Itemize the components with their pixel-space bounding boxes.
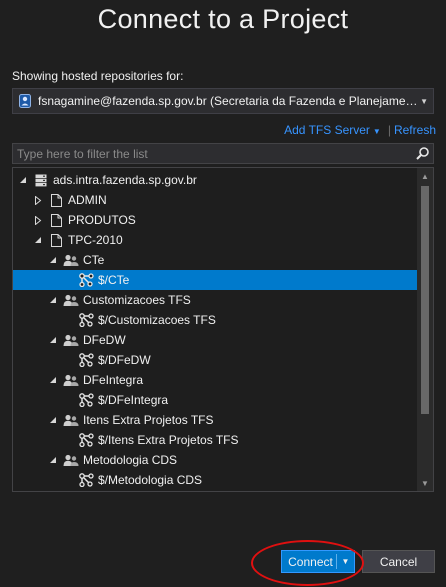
expanded-arrow-icon[interactable] <box>48 255 58 265</box>
expander-placeholder <box>63 395 73 405</box>
tree-row[interactable]: CTe <box>13 250 433 270</box>
tree-row[interactable]: TPC-2010 <box>13 230 433 250</box>
add-tfs-server-link[interactable]: Add TFS Server <box>284 123 370 137</box>
tree-row-label: $/Itens Extra Projetos TFS <box>98 433 239 447</box>
connect-button-label: Connect <box>288 554 333 569</box>
team-project-icon <box>63 453 79 467</box>
team-project-icon <box>63 253 79 267</box>
tree-row[interactable]: Customizacoes TFS <box>13 290 433 310</box>
showing-label: Showing hosted repositories for: <box>12 69 184 83</box>
team-project-icon <box>63 373 79 387</box>
tree-row-label: $/DFeDW <box>98 353 151 367</box>
account-dropdown[interactable]: fsnagamine@fazenda.sp.gov.br (Secretaria… <box>12 88 434 114</box>
tree-row-label: CTe <box>83 253 105 267</box>
expanded-arrow-icon[interactable] <box>48 455 58 465</box>
tree-row-label: Itens Extra Projetos TFS <box>83 413 214 427</box>
repository-icon <box>78 313 94 327</box>
tree-row[interactable]: DFeDW <box>13 330 433 350</box>
connect-button[interactable]: Connect ▼ <box>281 550 355 573</box>
tree-row[interactable]: ADMIN <box>13 190 433 210</box>
tree-row[interactable]: $/Metodologia CDS <box>13 470 433 490</box>
repository-icon <box>78 273 94 287</box>
repository-icon <box>78 433 94 447</box>
tree-row-label: $/Metodologia CDS <box>98 473 203 487</box>
dialog-title: Connect to a Project <box>97 4 349 34</box>
team-project-icon <box>63 333 79 347</box>
tree-row-label: ads.intra.fazenda.sp.gov.br <box>53 173 197 187</box>
chevron-down-icon: ▼ <box>420 97 428 106</box>
document-icon <box>48 193 64 207</box>
expanded-arrow-icon[interactable] <box>33 235 43 245</box>
team-project-icon <box>63 413 79 427</box>
tree-row-label: DFeDW <box>83 333 126 347</box>
link-separator: | <box>387 123 391 137</box>
tree-row-label: DFeIntegra <box>83 373 144 387</box>
repository-tree[interactable]: ads.intra.fazenda.sp.gov.br ADMIN PRODUTOS… <box>12 167 434 492</box>
tree-row-label: PRODUTOS <box>68 213 136 227</box>
tree-row-label: Customizacoes TFS <box>83 293 191 307</box>
account-selected-value: fsnagamine@fazenda.sp.gov.br (Secretaria… <box>38 94 423 108</box>
connect-dropdown-icon[interactable]: ▼ <box>337 557 354 566</box>
expanded-arrow-icon[interactable] <box>48 335 58 345</box>
tree-row[interactable]: $/DFeDW <box>13 350 433 370</box>
tree-row[interactable]: Itens Extra Projetos TFS <box>13 410 433 430</box>
filter-input[interactable] <box>13 144 408 163</box>
expander-placeholder <box>63 315 73 325</box>
scrollbar-thumb[interactable] <box>421 186 429 414</box>
server-icon <box>33 173 49 187</box>
expander-placeholder <box>63 355 73 365</box>
tree-row-label: $/DFeIntegra <box>98 393 169 407</box>
tree-row-label: Metodologia CDS <box>83 453 178 467</box>
cancel-button[interactable]: Cancel <box>362 550 435 573</box>
tree-row-label: ADMIN <box>68 193 107 207</box>
document-icon <box>48 233 64 247</box>
tree-row[interactable]: $/DFeIntegra <box>13 390 433 410</box>
expander-placeholder <box>63 435 73 445</box>
team-project-icon <box>63 293 79 307</box>
account-icon <box>19 94 31 108</box>
expanded-arrow-icon[interactable] <box>18 175 28 185</box>
tree-row[interactable]: $/CTe <box>13 270 433 290</box>
expander-placeholder <box>63 275 73 285</box>
expanded-arrow-icon[interactable] <box>48 415 58 425</box>
tree-row[interactable]: Metodologia CDS <box>13 450 433 470</box>
collapsed-arrow-icon[interactable] <box>33 195 43 205</box>
add-tfs-server-dropdown-icon[interactable]: ▼ <box>373 127 381 136</box>
server-links: Add TFS Server ▼ | Refresh <box>284 123 436 137</box>
tree-row-label: TPC-2010 <box>68 233 123 247</box>
expanded-arrow-icon[interactable] <box>48 295 58 305</box>
tree-row-label: $/Customizacoes TFS <box>98 313 216 327</box>
tree-row-label: $/CTe <box>98 273 130 287</box>
search-icon[interactable] <box>415 146 430 161</box>
repository-icon <box>78 473 94 487</box>
filter-box <box>12 143 434 164</box>
tree-row[interactable]: DFeIntegra <box>13 370 433 390</box>
expanded-arrow-icon[interactable] <box>48 375 58 385</box>
refresh-link[interactable]: Refresh <box>394 123 436 137</box>
vertical-scrollbar[interactable]: ▲ ▼ <box>417 168 433 491</box>
tree-row[interactable]: PRODUTOS <box>13 210 433 230</box>
scroll-up-arrow-icon[interactable]: ▲ <box>417 168 433 184</box>
collapsed-arrow-icon[interactable] <box>33 215 43 225</box>
tree-row[interactable]: $/Itens Extra Projetos TFS <box>13 430 433 450</box>
tree-row[interactable]: ads.intra.fazenda.sp.gov.br <box>13 170 422 190</box>
scroll-down-arrow-icon[interactable]: ▼ <box>417 475 433 491</box>
tree-row[interactable]: $/Customizacoes TFS <box>13 310 433 330</box>
expander-placeholder <box>63 475 73 485</box>
repository-icon <box>78 393 94 407</box>
document-icon <box>48 213 64 227</box>
tree-row-partial <box>13 490 433 491</box>
repository-icon <box>78 353 94 367</box>
